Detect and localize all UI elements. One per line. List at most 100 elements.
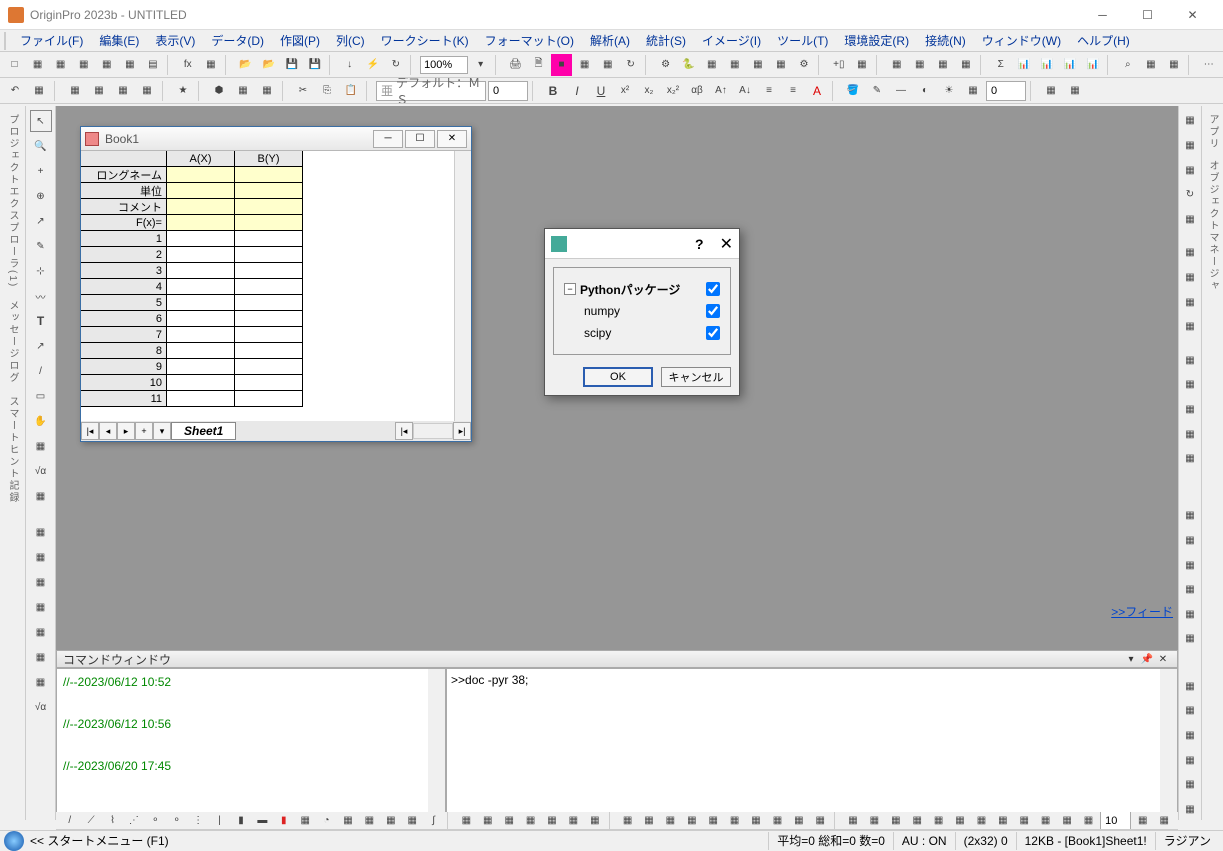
gradient-icon[interactable]: ◐ — [914, 80, 936, 102]
cmd-pin-icon[interactable]: 📌 — [1139, 654, 1155, 665]
menu-preferences[interactable]: 環境設定(R) — [836, 30, 917, 51]
collapse-icon[interactable]: − — [564, 283, 576, 295]
duplicate-icon[interactable]: ▦ — [597, 54, 618, 76]
dock-tool8-icon[interactable]: √α — [30, 696, 52, 718]
shortcut-icon[interactable]: ▦ — [851, 54, 872, 76]
dock-tool3-icon[interactable]: ▦ — [30, 571, 52, 593]
data-selector-icon[interactable]: ↗ — [30, 210, 52, 232]
stats3-icon[interactable]: 📊 — [1059, 54, 1080, 76]
line-color-icon[interactable]: ✎ — [866, 80, 888, 102]
menu-analysis[interactable]: 解析(A) — [582, 30, 638, 51]
dock-tool2-icon[interactable]: ▦ — [30, 546, 52, 568]
rtool16-icon[interactable]: ▦ — [1179, 530, 1201, 552]
fill-color-icon[interactable]: 🪣 — [842, 80, 864, 102]
smart-tab[interactable]: スマートヒント記録 — [5, 396, 20, 504]
data-cursor-icon[interactable]: ⊹ — [30, 260, 52, 282]
data-cell[interactable] — [235, 359, 303, 375]
column-header[interactable]: B(Y) — [235, 151, 303, 167]
reader-tool-icon[interactable]: + — [30, 160, 52, 182]
data-cell[interactable] — [167, 343, 235, 359]
code-builder-icon[interactable]: ⚙ — [655, 54, 676, 76]
data-cell[interactable] — [167, 375, 235, 391]
menu-column[interactable]: 列(C) — [328, 30, 373, 51]
rtool14-icon[interactable]: ▦ — [1179, 448, 1201, 470]
highlight-icon[interactable]: ▦ — [1163, 54, 1184, 76]
stack-icon[interactable]: ▦ — [932, 54, 953, 76]
g6-icon[interactable]: ⚬ — [167, 812, 186, 830]
sheet-hscroll[interactable] — [413, 423, 453, 439]
draw-data-icon[interactable]: 〰 — [30, 285, 52, 307]
g47-icon[interactable]: ▦ — [1079, 812, 1098, 830]
start-menu-hint[interactable]: << スタートメニュー (F1) — [30, 832, 169, 849]
maximize-button[interactable]: ☐ — [1125, 0, 1170, 30]
row-header[interactable]: コメント — [81, 199, 167, 215]
menubar-grip[interactable] — [4, 32, 12, 50]
object-manager-tab[interactable]: オブジェクトマネージャ — [1205, 160, 1220, 292]
g26-icon[interactable]: ▦ — [618, 812, 637, 830]
g15-icon[interactable]: ▦ — [360, 812, 379, 830]
g14-icon[interactable]: ▦ — [338, 812, 357, 830]
close-button[interactable]: ✕ — [1170, 0, 1215, 30]
row-header[interactable]: 7 — [81, 327, 167, 343]
sheet-tab[interactable]: Sheet1 — [171, 422, 236, 440]
open-template-icon[interactable]: 📂 — [258, 54, 279, 76]
g46-icon[interactable]: ▦ — [1057, 812, 1076, 830]
export-icon[interactable]: ▦ — [574, 54, 595, 76]
formula-tool-icon[interactable]: √α — [30, 460, 52, 482]
row-header[interactable]: 単位 — [81, 183, 167, 199]
font-combo[interactable]: 亜 デフォルト：ＭＳ — [376, 81, 486, 101]
save-template-icon[interactable]: 💾 — [304, 54, 325, 76]
g8-icon[interactable]: | — [210, 812, 229, 830]
g21-icon[interactable]: ▦ — [499, 812, 518, 830]
row-header[interactable]: 6 — [81, 311, 167, 327]
history-scrollbar[interactable] — [428, 669, 445, 819]
rtool17-icon[interactable]: ▦ — [1179, 554, 1201, 576]
menu-edit[interactable]: 編集(E) — [91, 30, 147, 51]
unstack-icon[interactable]: ▦ — [955, 54, 976, 76]
mask-icon[interactable]: ▦ — [1140, 54, 1161, 76]
subscript-icon[interactable]: x₂ — [638, 80, 660, 102]
new-matrix-icon[interactable]: ▦ — [96, 54, 117, 76]
g42-icon[interactable]: ▦ — [972, 812, 991, 830]
g45-icon[interactable]: ▦ — [1036, 812, 1055, 830]
g33-icon[interactable]: ▦ — [768, 812, 787, 830]
copy-icon[interactable]: ⎘ — [316, 80, 338, 102]
paste-icon[interactable]: 📋 — [340, 80, 362, 102]
data-cell[interactable] — [235, 263, 303, 279]
rtool9-icon[interactable]: ▦ — [1179, 316, 1201, 338]
dialog-titlebar[interactable]: ? ✕ — [545, 229, 739, 259]
zoom-combo[interactable]: 100% — [420, 56, 468, 74]
rtool6-icon[interactable]: ▦ — [1179, 242, 1201, 264]
print-icon[interactable]: 🖨 — [505, 54, 526, 76]
data-cell[interactable] — [235, 375, 303, 391]
redo-icon[interactable]: ▦ — [28, 80, 50, 102]
data-cell[interactable] — [167, 391, 235, 407]
row-header[interactable]: 11 — [81, 391, 167, 407]
sheet-nav-menu[interactable]: ▾ — [153, 422, 171, 440]
rtool2-icon[interactable]: ▦ — [1179, 135, 1201, 157]
bold-icon[interactable]: B — [542, 80, 564, 102]
batch-icon[interactable]: ⚡ — [362, 54, 383, 76]
row-header[interactable]: 4 — [81, 279, 167, 295]
data-cell[interactable] — [235, 311, 303, 327]
zoom-in-tool-icon[interactable]: 🔍 — [30, 135, 52, 157]
new-item1-icon[interactable]: ⬢ — [208, 80, 230, 102]
g23-icon[interactable]: ▦ — [542, 812, 561, 830]
script-window-icon[interactable]: ▦ — [747, 54, 768, 76]
new-graph-icon[interactable]: ▦ — [73, 54, 94, 76]
transpose-icon[interactable]: ▦ — [886, 54, 907, 76]
rtool3-icon[interactable]: ▦ — [1179, 159, 1201, 181]
worksheet-grid[interactable]: A(X)B(Y)ロングネーム単位コメントF(x)=1234567891011 — [81, 151, 471, 421]
workbook-minimize-button[interactable]: ─ — [373, 130, 403, 148]
data-cell[interactable] — [167, 279, 235, 295]
results-log-icon[interactable]: ▦ — [724, 54, 745, 76]
stats-icon[interactable]: 📊 — [1013, 54, 1034, 76]
data-cell[interactable] — [167, 199, 235, 215]
refresh-icon[interactable]: ↻ — [620, 54, 641, 76]
workbook-maximize-button[interactable]: ☐ — [405, 130, 435, 148]
labtalk-icon[interactable]: ▦ — [701, 54, 722, 76]
g27-icon[interactable]: ▦ — [639, 812, 658, 830]
data-cell[interactable] — [235, 199, 303, 215]
input-scrollbar[interactable] — [1160, 669, 1177, 819]
workbook-close-button[interactable]: ✕ — [437, 130, 467, 148]
